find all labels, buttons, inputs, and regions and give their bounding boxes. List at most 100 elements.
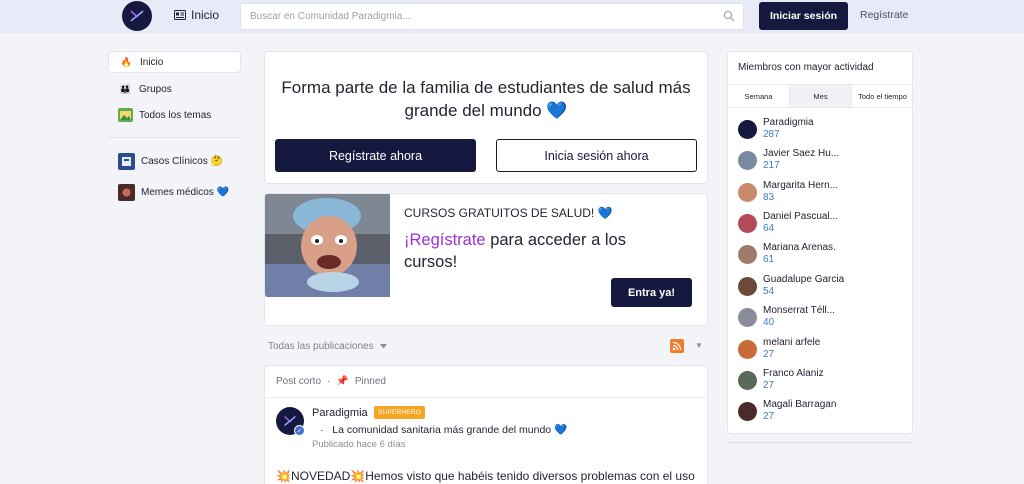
post-header: Post corto · 📌 Pinned <box>265 366 707 398</box>
member-name: Magali Barragan <box>763 399 837 410</box>
verified-icon: ✓ <box>294 425 305 436</box>
search-box <box>240 3 744 30</box>
leaderboard-member[interactable]: Daniel Pascual... 64 <box>738 211 908 237</box>
member-points: 64 <box>763 223 775 234</box>
sidebar-item-grupos[interactable]: 👪 Grupos <box>108 78 241 100</box>
promo-image <box>265 194 390 297</box>
leaderboard-member[interactable]: Paradigmia 287 <box>738 117 908 143</box>
leaderboard-title: Miembros con mayor actividad <box>738 62 874 73</box>
hero-title: Forma parte de la familia de estudiantes… <box>281 78 691 120</box>
register-now-button[interactable]: Regístrate ahora <box>275 139 476 172</box>
member-points: 287 <box>763 129 780 140</box>
rss-dropdown-icon[interactable]: ▼ <box>695 341 703 350</box>
member-name: Margarita Hern... <box>763 180 839 191</box>
post-published-time: Publicado hace 6 días <box>312 439 406 450</box>
sidebar-item-label: Memes médicos 💙 <box>141 186 230 198</box>
post-type-label: Post corto <box>276 376 322 387</box>
tab-semana[interactable]: Semana <box>728 85 790 107</box>
member-name: Franco Alaniz <box>763 368 824 379</box>
rss-icon[interactable] <box>670 339 684 353</box>
member-name: Daniel Pascual... <box>763 211 839 222</box>
search-icon[interactable] <box>723 10 735 22</box>
search-input[interactable] <box>241 4 711 29</box>
leaderboard-member[interactable]: Margarita Hern... 83 <box>738 180 908 206</box>
leaderboard-member[interactable]: Franco Alaniz 27 <box>738 368 908 394</box>
dna-icon <box>130 10 144 22</box>
promo-tag: CURSOS GRATUITOS DE SALUD! 💙 <box>404 206 613 220</box>
member-points: 27 <box>763 411 775 422</box>
sidebar-item-inicio[interactable]: 🔥 Inicio <box>108 51 241 73</box>
post-community-label: La comunidad sanitaria más grande del mu… <box>332 424 568 436</box>
feed-filter-dropdown[interactable]: Todas las publicaciones <box>268 341 387 352</box>
member-points: 40 <box>763 317 775 328</box>
avatar <box>738 402 757 421</box>
home-link[interactable]: Inicio <box>174 8 219 22</box>
member-name: Monserrat Téll... <box>763 305 836 316</box>
memes-icon <box>118 183 135 201</box>
member-points: 27 <box>763 349 775 360</box>
avatar <box>738 340 757 359</box>
paradigmia-logo[interactable] <box>122 1 152 31</box>
post-community[interactable]: · La comunidad sanitaria más grande del … <box>320 423 567 436</box>
member-name: Javier Saez Hu... <box>763 148 840 159</box>
avatar <box>738 214 757 233</box>
leaderboard-member[interactable]: Guadalupe Garcia 54 <box>738 274 908 300</box>
login-now-button[interactable]: Inicia sesión ahora <box>496 139 697 172</box>
pinned-label: Pinned <box>354 376 386 387</box>
pin-icon: 📌 <box>336 376 349 387</box>
sidebar-divider <box>108 137 241 138</box>
member-name: Mariana Arenas. <box>763 242 836 253</box>
member-points: 61 <box>763 254 775 265</box>
newspaper-icon <box>174 10 186 20</box>
member-name: melani arfele <box>763 337 821 348</box>
feed-filter-label: Todas las publicaciones <box>268 341 374 352</box>
tab-mes[interactable]: Mes <box>790 85 852 107</box>
leaderboard-tabs: Semana Mes Todo el tiempo <box>728 84 913 108</box>
tab-todo-el-tiempo[interactable]: Todo el tiempo <box>852 85 913 107</box>
sidebar-item-todos-los-temas[interactable]: Todos los temas <box>108 104 241 126</box>
superhero-badge: SUPERHERO <box>374 406 425 419</box>
separator-dot: · <box>327 376 331 387</box>
member-points: 27 <box>763 380 775 391</box>
member-name: Guadalupe Garcia <box>763 274 845 285</box>
top-header: Inicio Iniciar sesión Regístrate <box>0 0 1024 33</box>
sidebar-item-casos-clinicos[interactable]: Casos Clínicos 🤔 <box>108 150 241 172</box>
leaderboard-member[interactable]: Magali Barragan 27 <box>738 399 908 425</box>
sidebar-item-label: Todos los temas <box>139 109 212 121</box>
member-points: 83 <box>763 192 775 203</box>
home-link-label: Inicio <box>191 8 220 22</box>
promo-headline-accent[interactable]: ¡Regístrate <box>404 231 486 249</box>
leaderboard-member[interactable]: Monserrat Téll... 40 <box>738 305 908 331</box>
leaderboard-member[interactable]: Javier Saez Hu... 217 <box>738 148 908 174</box>
sidebar-item-label: Casos Clínicos 🤔 <box>141 155 223 167</box>
post-body: 💥NOVEDAD💥Hemos visto que habéis tenido d… <box>276 469 695 483</box>
sidebar-divider <box>727 442 913 443</box>
courses-promo-card: CURSOS GRATUITOS DE SALUD! 💙 ¡Regístrate… <box>264 193 708 326</box>
leaderboard-card: Miembros con mayor actividad Semana Mes … <box>727 51 913 434</box>
register-link[interactable]: Regístrate <box>860 9 908 21</box>
avatar <box>738 371 757 390</box>
group-icon: 👪 <box>119 83 132 94</box>
avatar <box>738 308 757 327</box>
fire-icon: 🔥 <box>120 56 133 67</box>
post-author[interactable]: Paradigmia <box>312 407 368 419</box>
member-points: 217 <box>763 160 780 171</box>
enter-button[interactable]: Entra ya! <box>611 278 692 307</box>
login-button[interactable]: Iniciar sesión <box>759 2 848 30</box>
member-points: 54 <box>763 286 775 297</box>
signup-hero-card: Forma parte de la familia de estudiantes… <box>264 51 708 184</box>
member-name: Paradigmia <box>763 117 814 128</box>
leaderboard-member[interactable]: Mariana Arenas. 61 <box>738 242 908 268</box>
leaderboard-member[interactable]: melani arfele 27 <box>738 337 908 363</box>
promo-headline: ¡Regístrate para acceder a los cursos! <box>404 229 674 273</box>
avatar <box>738 245 757 264</box>
avatar <box>738 151 757 170</box>
post-card: Post corto · 📌 Pinned ✓ Paradigmia SUPER… <box>264 365 708 484</box>
picture-icon <box>118 108 133 122</box>
sidebar-item-memes-medicos[interactable]: Memes médicos 💙 <box>108 181 241 203</box>
chevron-down-icon <box>379 344 387 349</box>
avatar <box>738 277 757 296</box>
avatar <box>738 120 757 139</box>
sidebar-item-label: Grupos <box>139 83 172 95</box>
sidebar-item-label: Inicio <box>140 56 164 68</box>
